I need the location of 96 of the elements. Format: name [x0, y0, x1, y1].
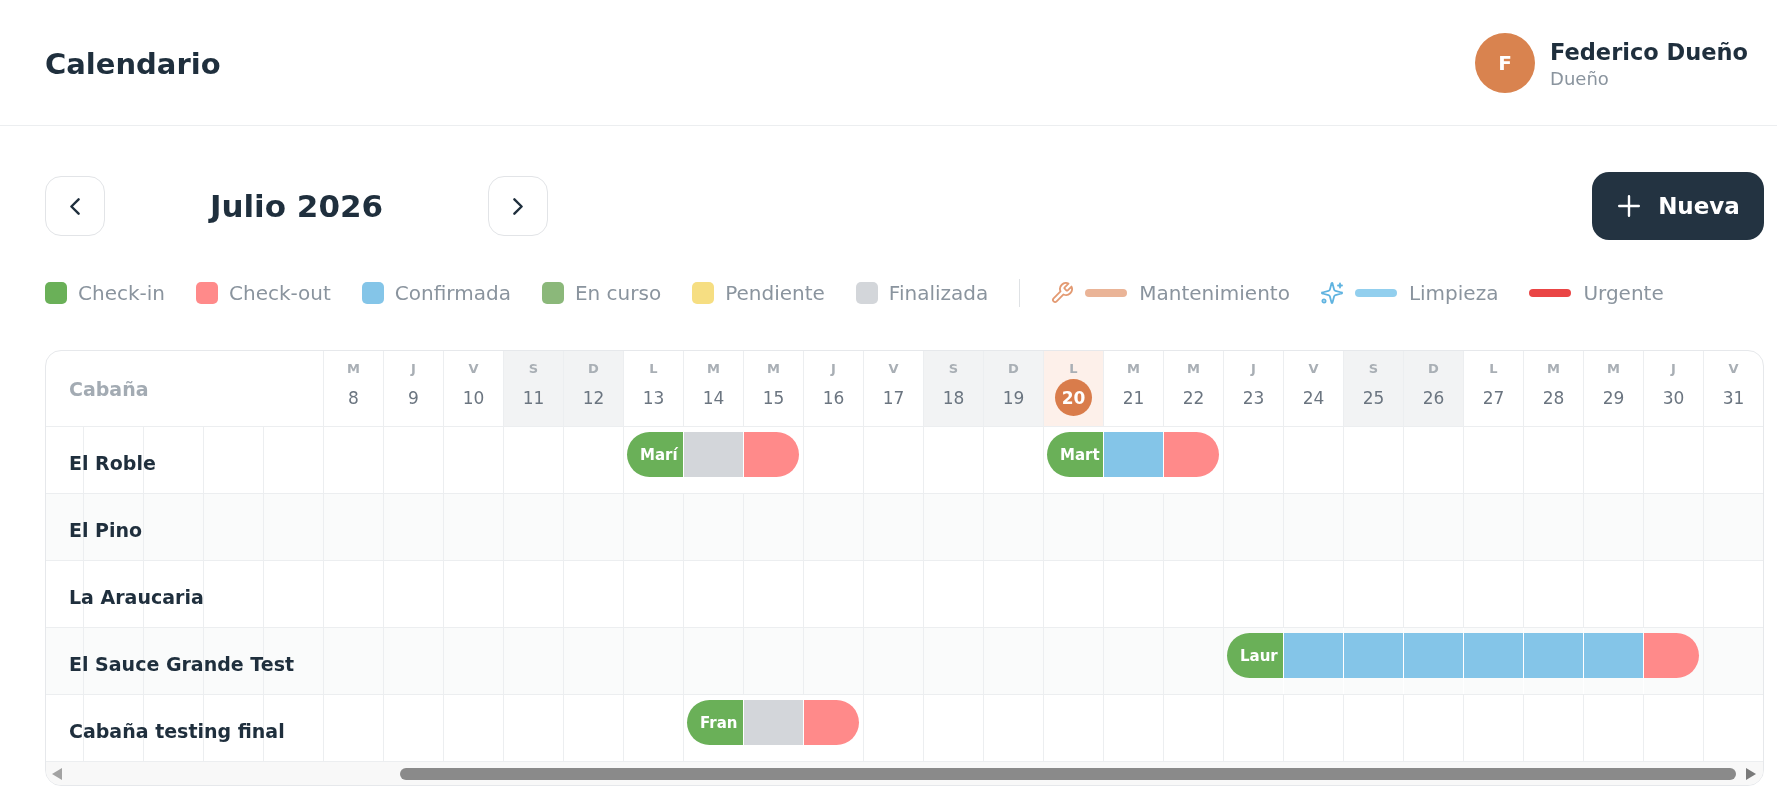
booking-day-segment[interactable]	[1464, 633, 1523, 678]
check-out-segment[interactable]	[744, 432, 799, 477]
weekday-label: D	[1008, 361, 1019, 377]
user-avatar: F	[1475, 32, 1536, 93]
page-title: Calendario	[45, 45, 221, 81]
day-number: 15	[762, 387, 785, 408]
weekday-label: S	[948, 361, 959, 377]
weekday-label: V	[1308, 361, 1319, 377]
legend-label: En curso	[574, 281, 662, 305]
cabin-name: El Sauce Grande Test	[69, 652, 295, 675]
check-out-segment[interactable]	[1164, 432, 1219, 477]
check-in-segment[interactable]: Marí	[627, 432, 683, 477]
check-out-segment[interactable]	[1644, 633, 1699, 678]
day-number: 19	[1002, 387, 1025, 408]
legend-label: Mantenimiento	[1139, 281, 1290, 305]
weekday-label: M	[1547, 361, 1560, 377]
booking-day-segment[interactable]	[744, 700, 803, 745]
cabin-name: El Pino	[69, 518, 143, 541]
booking-day-segment[interactable]	[1344, 633, 1403, 678]
weekday-label: M	[767, 361, 780, 377]
day-number: 16	[822, 387, 845, 408]
day-number: 12	[582, 387, 605, 408]
day-number: 10	[462, 387, 485, 408]
day-number: 14	[702, 387, 725, 408]
weekday-label: M	[1187, 361, 1200, 377]
weekday-label: J	[1251, 361, 1256, 377]
legend-label: Check-out	[229, 281, 331, 305]
weekday-label: V	[1728, 361, 1739, 377]
day-number: 11	[522, 387, 545, 408]
next-month-button[interactable]	[488, 176, 548, 236]
day-number: 26	[1422, 387, 1445, 408]
day-number: 23	[1242, 387, 1265, 408]
booking-day-segment[interactable]	[1104, 432, 1163, 477]
scroll-left-icon[interactable]	[52, 767, 62, 780]
legend-label: Limpieza	[1408, 281, 1499, 305]
weekday-label: V	[468, 361, 479, 377]
legend-label: Pendiente	[725, 281, 825, 305]
booking-day-segment[interactable]	[684, 432, 743, 477]
legend-label: Urgente	[1583, 281, 1664, 305]
legend-label: Finalizada	[888, 281, 989, 305]
weekday-label: M	[1607, 361, 1620, 377]
month-title: Julio 2026	[207, 188, 385, 224]
user-role: Dueño	[1550, 67, 1609, 89]
booking-day-segment[interactable]	[1584, 633, 1643, 678]
chevron-left-icon	[70, 197, 80, 215]
new-booking-button[interactable]: Nueva	[1592, 172, 1764, 240]
weekday-label: J	[1671, 361, 1676, 377]
chevron-right-icon	[513, 197, 523, 215]
day-number: 13	[642, 387, 665, 408]
day-number: 30	[1662, 387, 1685, 408]
weekday-label: D	[588, 361, 599, 377]
cabin-name: El Roble	[69, 451, 156, 474]
day-number: 31	[1722, 387, 1745, 408]
day-number: 21	[1122, 387, 1145, 408]
weekday-label: S	[1368, 361, 1379, 377]
booking-day-segment[interactable]	[1404, 633, 1463, 678]
weekday-label: J	[831, 361, 836, 377]
day-number: 24	[1302, 387, 1325, 408]
scroll-right-icon[interactable]	[1746, 767, 1756, 780]
check-in-segment[interactable]: Fran	[687, 700, 743, 745]
booking-day-segment[interactable]	[1524, 633, 1583, 678]
scrollbar-thumb[interactable]	[400, 767, 1736, 780]
today-day-number: 20	[1055, 379, 1092, 416]
day-number: 25	[1362, 387, 1385, 408]
cabin-name: Cabaña testing final	[69, 719, 285, 742]
weekday-label: L	[1069, 361, 1078, 377]
check-out-segment[interactable]	[804, 700, 859, 745]
day-number: 22	[1182, 387, 1205, 408]
legend-label: Check-in	[78, 281, 165, 305]
booking-day-segment[interactable]	[1284, 633, 1343, 678]
wrench-icon	[1051, 282, 1074, 304]
day-number: 9	[408, 387, 419, 408]
check-in-segment[interactable]: Laur	[1227, 633, 1283, 678]
cabin-name: La Araucaria	[69, 585, 204, 608]
weekday-label: L	[1489, 361, 1498, 377]
weekday-label: S	[528, 361, 539, 377]
day-number: 8	[348, 387, 359, 408]
weekday-label: M	[347, 361, 360, 377]
day-number: 27	[1482, 387, 1505, 408]
weekday-label: V	[888, 361, 899, 377]
weekday-label: L	[649, 361, 658, 377]
weekday-label: D	[1428, 361, 1439, 377]
check-in-segment[interactable]: Mart	[1047, 432, 1103, 477]
plus-icon	[1618, 195, 1641, 217]
day-number: 17	[882, 387, 905, 408]
column-heading: Cabaña	[69, 377, 149, 400]
weekday-label: M	[707, 361, 720, 377]
day-number: 29	[1602, 387, 1625, 408]
sparkle-icon	[1320, 282, 1343, 304]
user-name: Federico Dueño	[1550, 38, 1748, 65]
legend-label: Confirmada	[394, 281, 511, 305]
previous-month-button[interactable]	[45, 176, 105, 236]
weekday-label: J	[411, 361, 416, 377]
day-number: 28	[1542, 387, 1565, 408]
day-number: 18	[942, 387, 965, 408]
weekday-label: M	[1127, 361, 1140, 377]
